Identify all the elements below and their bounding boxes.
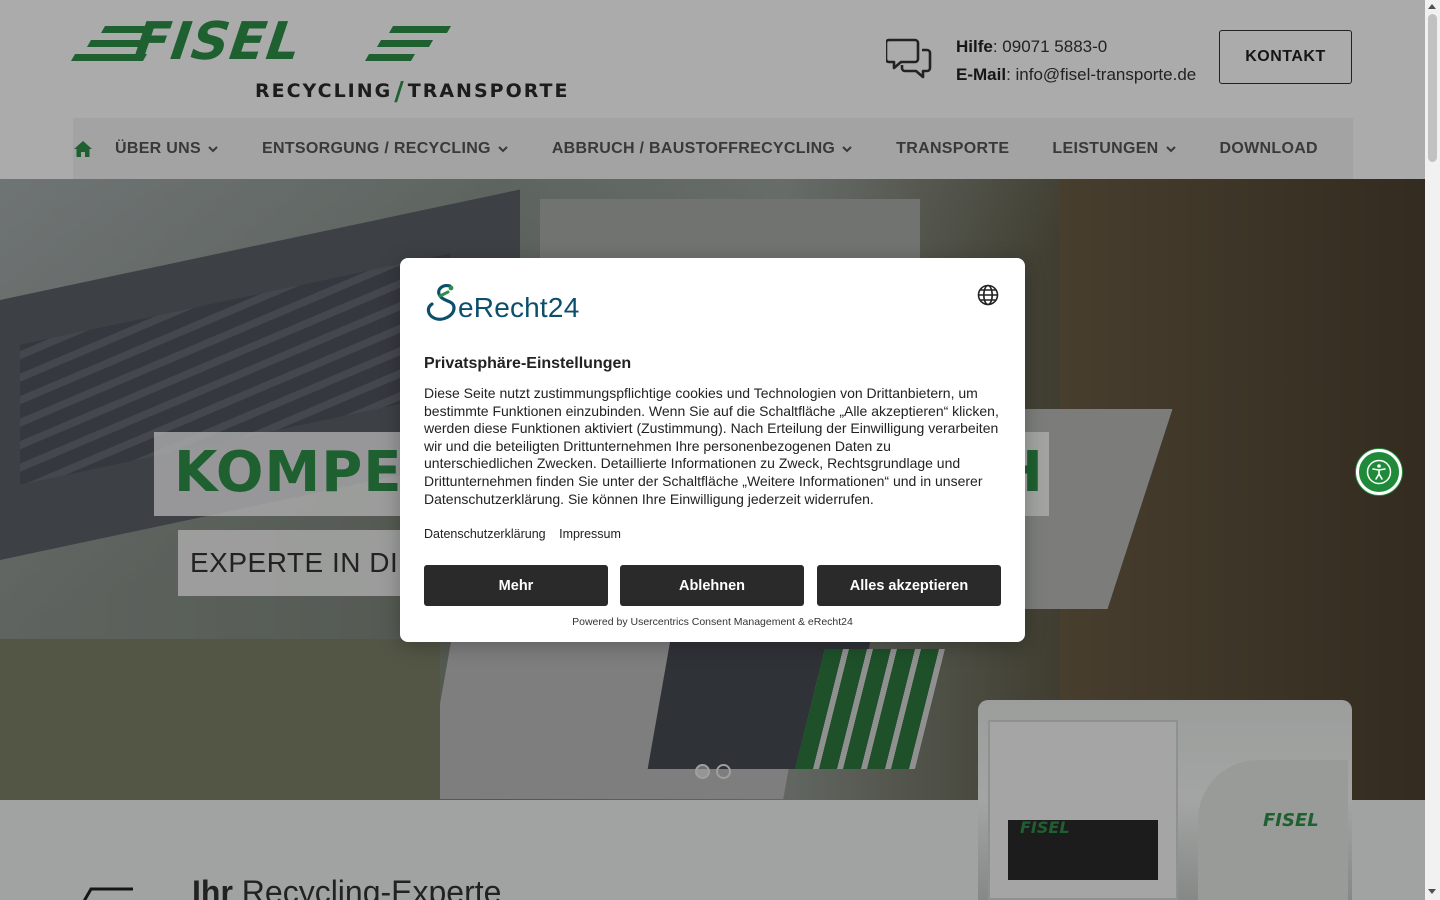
globe-icon[interactable] — [977, 284, 999, 306]
consent-dialog: eRecht24 Privatsphäre-Einstellungen Dies… — [400, 258, 1025, 642]
accessibility-button[interactable] — [1356, 449, 1402, 495]
erecht24-wordmark: eRecht24 — [458, 292, 580, 323]
consent-body: Diese Seite nutzt zustimmungspflichtige … — [424, 385, 999, 507]
privacy-link[interactable]: Datenschutzerklärung — [424, 527, 546, 541]
decline-button[interactable]: Ablehnen — [620, 565, 804, 606]
page-scrollbar[interactable] — [1425, 0, 1440, 900]
scroll-up-arrow[interactable] — [1428, 4, 1436, 9]
accessibility-icon — [1366, 459, 1392, 485]
imprint-link[interactable]: Impressum — [559, 527, 621, 541]
erecht24-mark-icon — [426, 284, 456, 321]
scroll-down-arrow[interactable] — [1428, 889, 1436, 894]
more-button[interactable]: Mehr — [424, 565, 608, 606]
accept-all-button[interactable]: Alles akzeptieren — [817, 565, 1001, 606]
scroll-thumb[interactable] — [1428, 14, 1437, 162]
consent-title: Privatsphäre-Einstellungen — [424, 355, 632, 372]
consent-links: Datenschutzerklärung Impressum — [424, 527, 631, 541]
erecht24-logo: eRecht24 — [424, 282, 594, 324]
powered-by: Powered by Usercentrics Consent Manageme… — [572, 616, 853, 628]
